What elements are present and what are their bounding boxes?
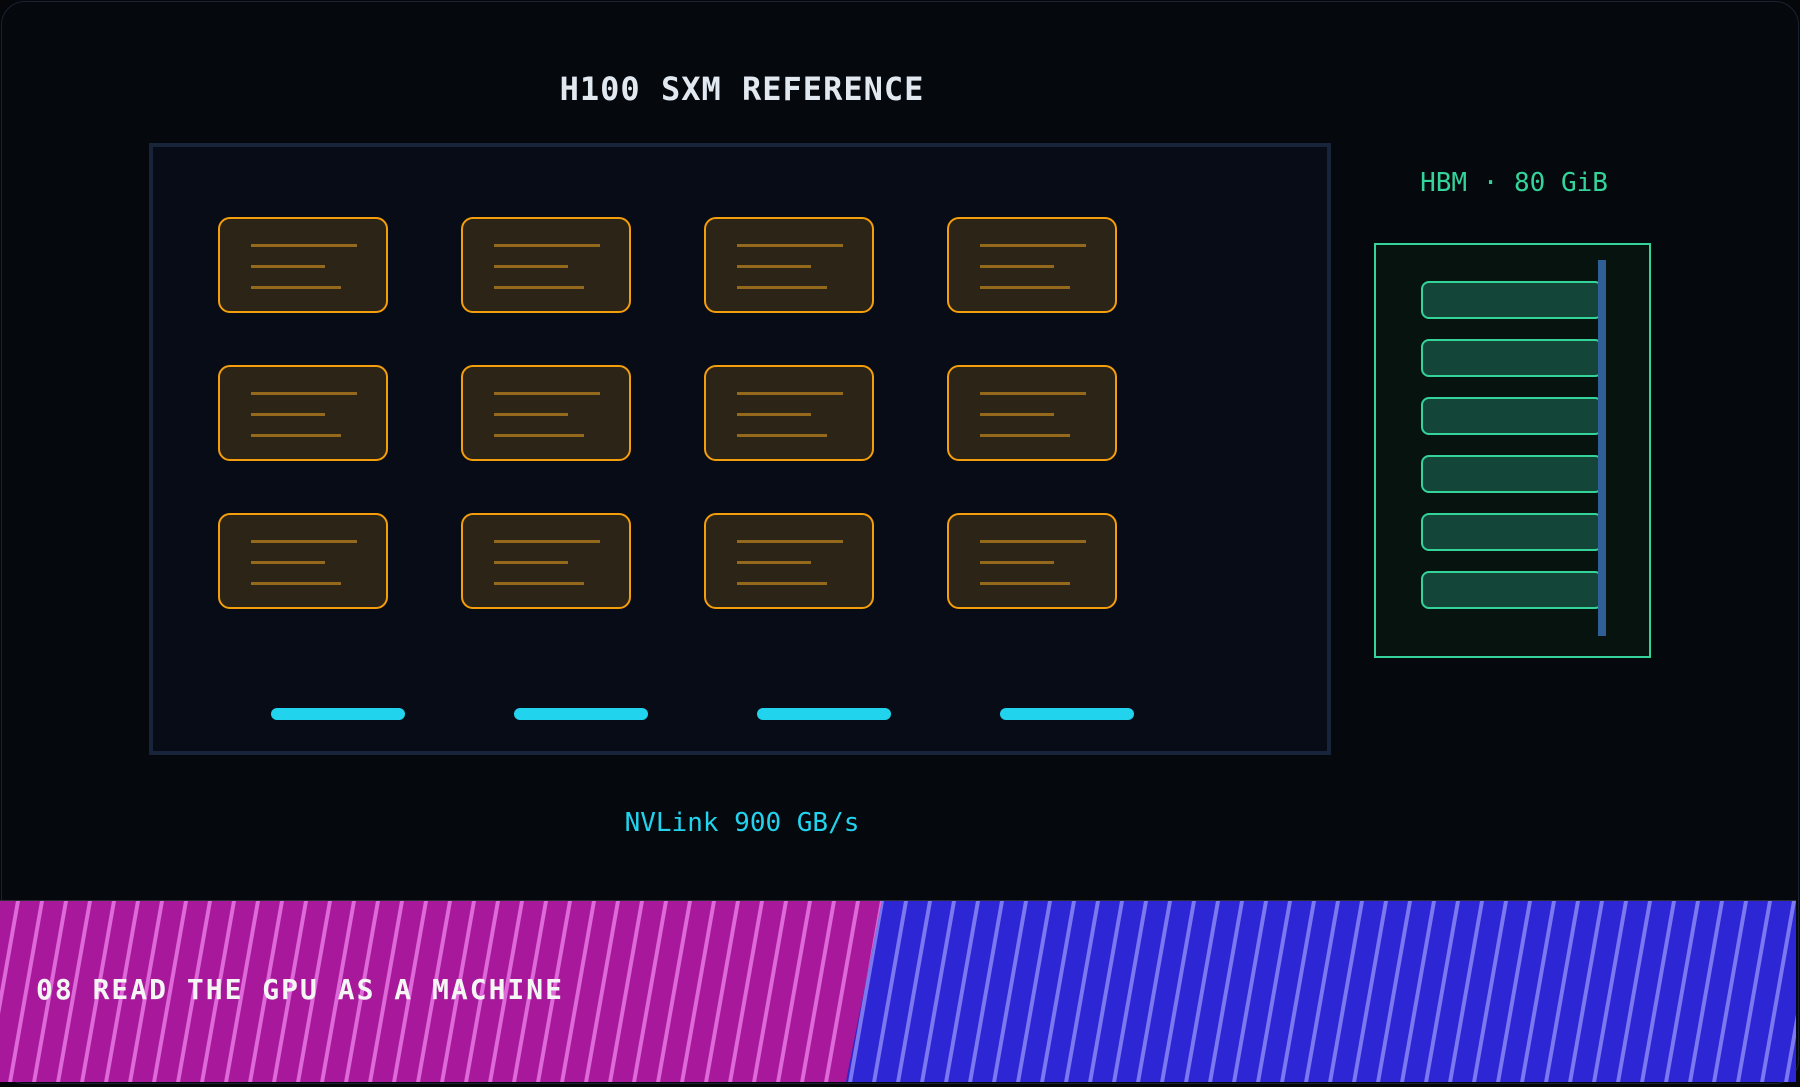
sm-block-line: [494, 244, 600, 247]
sm-block-line: [251, 561, 325, 564]
sm-block: [218, 513, 388, 609]
hbm-bus: [1598, 260, 1606, 636]
diagram-title: H100 SXM REFERENCE: [559, 70, 925, 108]
sm-block: [704, 365, 874, 461]
sm-block-line: [980, 561, 1054, 564]
sm-block-line: [737, 540, 843, 543]
sm-block: [947, 217, 1117, 313]
sm-block: [947, 513, 1117, 609]
sm-block-line: [494, 540, 600, 543]
sm-block: [704, 217, 874, 313]
sm-block: [461, 513, 631, 609]
sm-block-line: [251, 265, 325, 268]
sm-block-line: [494, 413, 568, 416]
sm-block: [461, 365, 631, 461]
sm-block: [947, 365, 1117, 461]
sm-block-line: [494, 582, 584, 585]
sm-block-line: [494, 265, 568, 268]
hbm-stack: [1421, 513, 1603, 551]
sm-block: [218, 365, 388, 461]
sm-block-line: [980, 540, 1086, 543]
sm-block: [218, 217, 388, 313]
sm-block-line: [251, 392, 357, 395]
sm-block-line: [251, 540, 357, 543]
sm-block-line: [737, 434, 827, 437]
sm-block-line: [980, 265, 1054, 268]
sm-block-line: [737, 244, 843, 247]
hbm-stack: [1421, 339, 1603, 377]
nvlink-port: [271, 708, 405, 720]
sm-block-line: [737, 286, 827, 289]
sm-block: [461, 217, 631, 313]
sm-block: [704, 513, 874, 609]
sm-block-line: [251, 582, 341, 585]
sm-block-line: [737, 413, 811, 416]
sm-block-line: [494, 434, 584, 437]
hbm-stack: [1421, 571, 1603, 609]
sm-block-line: [494, 286, 584, 289]
banner-label: 08 READ THE GPU AS A MACHINE: [36, 973, 565, 1006]
hbm-stack: [1421, 281, 1603, 319]
sm-block-line: [980, 286, 1070, 289]
sm-block-line: [980, 434, 1070, 437]
nvlink-port: [514, 708, 648, 720]
nvlink-port: [757, 708, 891, 720]
nvlink-label: NVLink 900 GB/s: [624, 808, 860, 838]
sm-block-line: [737, 582, 827, 585]
sm-block-line: [980, 392, 1086, 395]
sm-block-line: [494, 561, 568, 564]
sm-block-line: [494, 392, 600, 395]
sm-block-line: [737, 265, 811, 268]
sm-block-line: [980, 582, 1070, 585]
sm-block-line: [737, 392, 843, 395]
nvlink-port: [1000, 708, 1134, 720]
hbm-stack: [1421, 455, 1603, 493]
sm-block-line: [980, 244, 1086, 247]
sm-block-line: [737, 561, 811, 564]
hbm-label: HBM · 80 GiB: [1420, 168, 1608, 198]
sm-block-line: [251, 434, 341, 437]
hbm-stack: [1421, 397, 1603, 435]
sm-block-line: [251, 413, 325, 416]
sm-block-line: [980, 413, 1054, 416]
sm-block-line: [251, 286, 341, 289]
sm-block-line: [251, 244, 357, 247]
